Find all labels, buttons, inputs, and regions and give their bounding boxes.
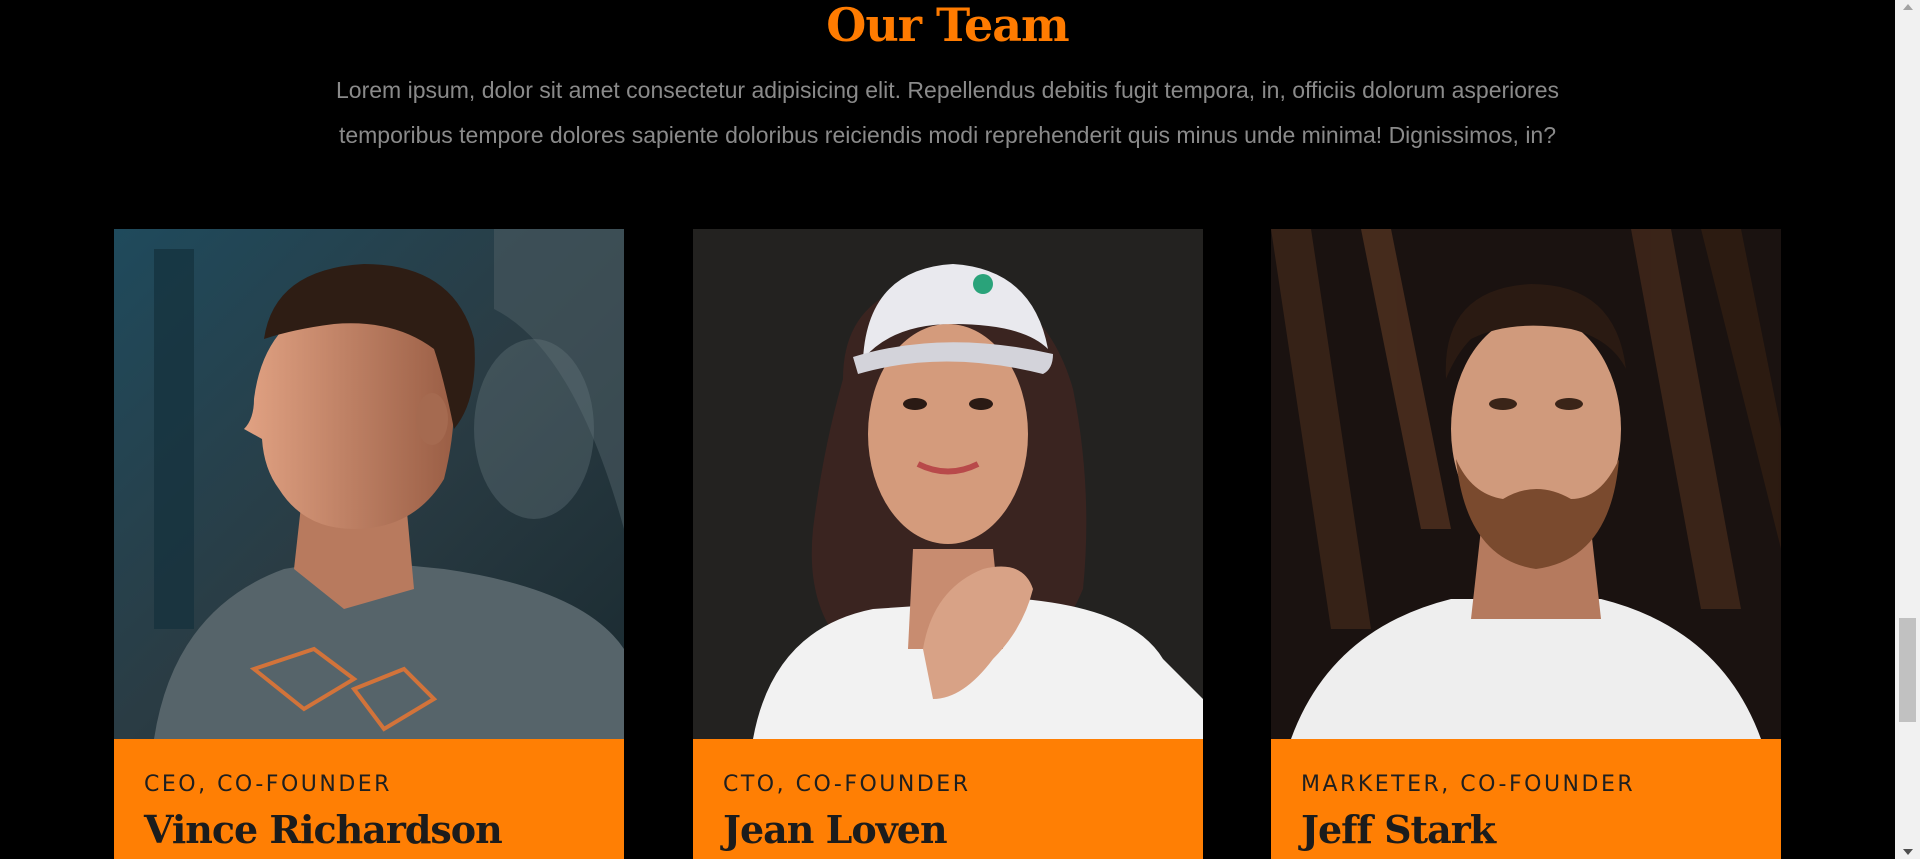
- section-intro: Lorem ipsum, dolor sit amet consectetur …: [336, 77, 1559, 148]
- team-name: Vince Richardson: [144, 807, 503, 852]
- team-role: CEO, CO-FOUNDER: [144, 772, 392, 797]
- team-info-vince: CEO, CO-FOUNDER Vince Richardson: [114, 739, 624, 859]
- team-card-jean[interactable]: CTO, CO-FOUNDER Jean Loven: [693, 229, 1203, 859]
- page: Our Team Lorem ipsum, dolor sit amet con…: [0, 0, 1920, 859]
- team-info-jean: CTO, CO-FOUNDER Jean Loven: [693, 739, 1203, 859]
- team-name: Jeff Stark: [1301, 807, 1496, 852]
- portrait-man-beard-icon: [1271, 229, 1781, 739]
- team-card-jeff[interactable]: MARKETER, CO-FOUNDER Jeff Stark: [1271, 229, 1781, 859]
- section-title: Our Team: [826, 0, 1069, 52]
- team-cards: CEO, CO-FOUNDER Vince Richardson CTO, CO…: [114, 229, 1781, 859]
- team-photo-jean: [693, 229, 1203, 739]
- portrait-woman-cap-icon: [693, 229, 1203, 739]
- team-photo-jeff: [1271, 229, 1781, 739]
- scroll-down-icon[interactable]: [1903, 849, 1913, 855]
- team-info-jeff: MARKETER, CO-FOUNDER Jeff Stark: [1271, 739, 1781, 859]
- portrait-man-profile-icon: [114, 229, 624, 739]
- team-photo-vince: [114, 229, 624, 739]
- team-role: CTO, CO-FOUNDER: [723, 772, 971, 797]
- team-role: MARKETER, CO-FOUNDER: [1301, 772, 1636, 797]
- team-card-vince[interactable]: CEO, CO-FOUNDER Vince Richardson: [114, 229, 624, 859]
- team-section: Our Team Lorem ipsum, dolor sit amet con…: [0, 0, 1895, 859]
- scroll-up-icon[interactable]: [1903, 4, 1913, 10]
- scroll-thumb[interactable]: [1899, 618, 1916, 722]
- team-name: Jean Loven: [723, 807, 948, 852]
- vertical-scrollbar[interactable]: [1895, 0, 1920, 859]
